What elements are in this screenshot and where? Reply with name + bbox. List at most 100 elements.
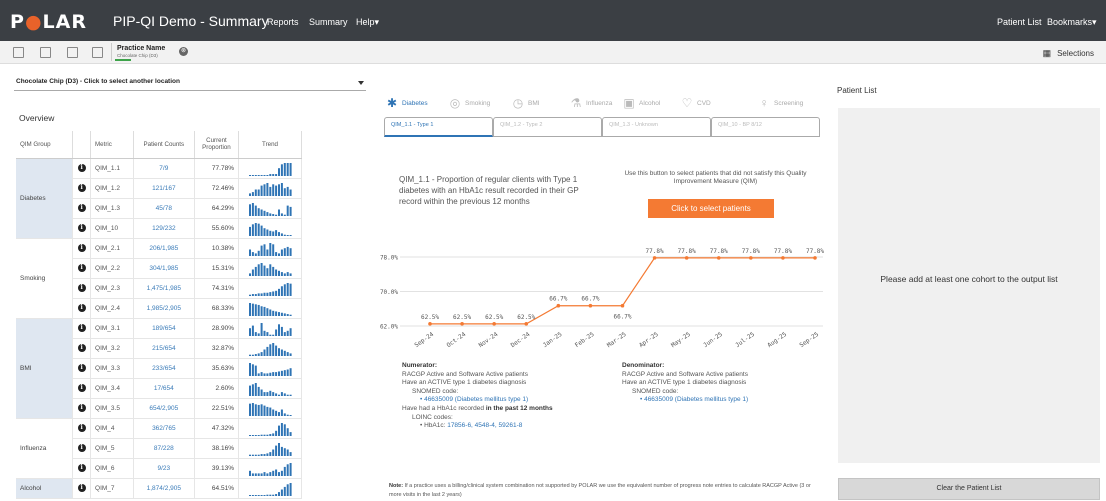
caret-down-icon [358,81,364,85]
table-row[interactable]: Alcohol i QIM_7 1,874/2,905 64.51% [16,478,303,499]
select-patients-button[interactable]: Click to select patients [648,199,774,218]
trend-bar [251,434,254,436]
info-icon[interactable]: i [77,404,86,412]
info-icon[interactable]: i [77,484,86,492]
info-icon[interactable]: i [77,304,86,312]
tab-screening[interactable]: ♀ Screening [757,93,804,113]
trend-bar [275,229,278,236]
trend-sparkbar [248,182,292,196]
info-icon[interactable]: i [77,424,86,432]
trend-bar [263,391,266,396]
menu-bookmarks[interactable]: Bookmarks▾ [1047,17,1097,28]
patient-counts-cell[interactable]: 304/1,985 [133,258,195,279]
info-icon[interactable]: i [77,284,86,292]
patient-counts-cell[interactable]: 362/765 [133,418,195,439]
clear-selection-icon[interactable]: ⊗ [179,47,188,56]
trend-bar [269,372,272,376]
smart-search-icon[interactable] [13,47,24,58]
trend-bar [263,471,266,476]
table-row[interactable]: Diabetes i QIM_1.1 7/9 77.78% [16,158,303,239]
x-tick-label: Jul-25 [734,331,756,349]
patient-counts-cell[interactable]: 1,985/2,905 [133,298,195,319]
trend-cell [238,398,303,419]
trend-bar [248,203,251,216]
subtab-4[interactable]: QIM_10 - BP 8/12 [711,117,820,137]
patient-counts-cell[interactable]: 7/9 [133,158,195,179]
info-icon[interactable]: i [77,164,86,172]
patient-counts-cell[interactable]: 654/2,905 [133,398,195,419]
location-dropdown[interactable]: Chocolate Chip (D3) - Click to select an… [14,75,366,91]
trend-cell [238,458,303,479]
trend-bar [277,425,280,436]
trend-bar [280,470,283,476]
patient-counts-cell[interactable]: 1,874/2,905 [133,478,195,499]
metric-cell: QIM_1.1 [90,158,134,179]
menu-reports[interactable]: Reports [267,17,299,27]
numerator-line: Have an ACTIVE type 1 diabetes diagnosis [402,379,527,387]
patient-counts-cell[interactable]: 121/167 [133,178,195,199]
info-icon[interactable]: i [77,204,86,212]
trend-bar [269,212,272,216]
step-back-icon[interactable] [40,47,51,58]
proportion-cell: 64.51% [194,478,239,499]
selections-button[interactable]: ▦ Selections [1043,48,1094,59]
tab-influenza[interactable]: ⚗ Influenza [569,93,613,113]
info-icon[interactable]: i [77,344,86,352]
info-icon[interactable]: i [77,224,86,232]
step-forward-icon[interactable] [67,47,78,58]
info-icon[interactable]: i [77,244,86,252]
tab-smoking[interactable]: ◎ Smoking [448,93,491,113]
trend-bar [289,189,292,196]
trend-bar [248,272,251,276]
patient-counts-cell[interactable]: 1,475/1,985 [133,278,195,299]
info-icon[interactable]: i [77,444,86,452]
clear-all-icon[interactable] [92,47,103,58]
polar-logo[interactable]: P●LAR [10,11,87,33]
trend-bar [248,362,251,376]
table-row[interactable]: Smoking i QIM_2.1 206/1,985 10.38% [16,238,303,319]
trend-bar [257,263,260,276]
menu-help[interactable]: Help▾ [356,17,379,28]
subtab-2[interactable]: QIM_1.2 - Type 2 [493,117,602,137]
glass-icon: ▣ [623,96,635,110]
patient-counts-cell[interactable]: 215/654 [133,338,195,359]
patient-counts-cell[interactable]: 17/654 [133,378,195,399]
trend-bar [275,445,278,456]
numerator-loinc-line: • HbA1c: 17856-6, 4548-4, 59261-8 [402,422,602,431]
data-point [524,322,529,326]
info-icon[interactable]: i [77,264,86,272]
tab-alcohol[interactable]: ▣ Alcohol [622,93,660,113]
info-icon[interactable]: i [77,464,86,472]
tab-diabetes[interactable]: ✱ Diabetes [385,93,428,113]
trend-bar [283,283,286,296]
menu-summary[interactable]: Summary [309,17,348,27]
x-tick-label: Dec-24 [510,331,532,349]
patient-counts-cell[interactable]: 87/228 [133,438,195,459]
trend-bar [260,225,263,236]
trend-bar [260,472,263,476]
trend-cell [238,278,303,299]
patient-counts-cell[interactable]: 233/654 [133,358,195,379]
info-icon[interactable]: i [77,364,86,372]
patient-counts-cell[interactable]: 45/78 [133,198,195,219]
clear-patient-list-button[interactable]: Clear the Patient List [838,478,1100,500]
patient-counts-cell[interactable]: 9/23 [133,458,195,479]
table-row[interactable]: BMI i QIM_3.1 189/654 28.90% [16,318,303,419]
info-icon[interactable]: i [77,384,86,392]
info-icon[interactable]: i [77,324,86,332]
trend-cell [238,158,303,179]
trend-bar [280,212,283,216]
subtab-3[interactable]: QIM_1.3 - Unknown [602,117,711,137]
practice-selection-pill[interactable]: Practice Name Chocolate Chip (D3) ⊗ [111,43,195,61]
tab-bmi[interactable]: ◷ BMI [511,93,540,113]
subtab-1[interactable]: QIM_1.1 - Type 1 [384,117,493,137]
tab-cvd[interactable]: ♡ CVD [680,93,711,113]
proportion-cell: 74.31% [194,278,239,299]
menu-patient-list[interactable]: Patient List [997,17,1042,27]
table-row[interactable]: Influenza i QIM_4 362/765 47.32% [16,418,303,479]
patient-counts-cell[interactable]: 189/654 [133,318,195,339]
tab-label: Influenza [586,99,613,107]
patient-counts-cell[interactable]: 206/1,985 [133,238,195,259]
patient-counts-cell[interactable]: 129/232 [133,218,195,239]
info-icon[interactable]: i [77,184,86,192]
